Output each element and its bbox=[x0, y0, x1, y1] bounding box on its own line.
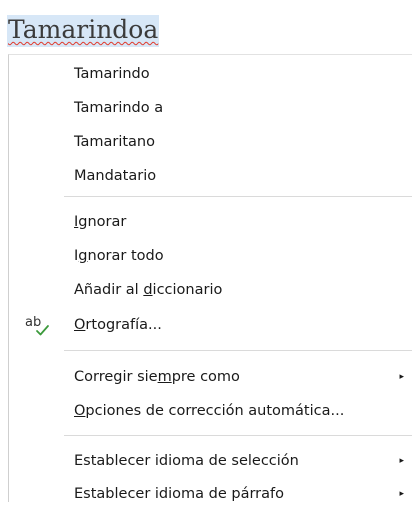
spellcheck-icon: ab bbox=[25, 315, 49, 336]
ignore-label: Ignorar bbox=[74, 214, 127, 230]
spelling-label: Ortografía... bbox=[74, 317, 162, 333]
always-correct-item[interactable]: Corregir siempre como ▸ bbox=[9, 360, 412, 394]
mnemonic-key: d bbox=[143, 282, 153, 298]
suggestion-tamaritano[interactable]: Tamaritano bbox=[9, 125, 412, 159]
suggestion-label: Tamaritano bbox=[74, 134, 155, 150]
suggestion-label: Tamarindo a bbox=[74, 100, 164, 116]
misspelled-word[interactable]: Tamarindoa bbox=[7, 15, 160, 47]
suggestion-tamarindo-a[interactable]: Tamarindo a bbox=[9, 91, 412, 125]
menu-separator bbox=[64, 435, 412, 436]
submenu-arrow-icon: ▸ bbox=[399, 456, 404, 466]
mnemonic-key: O bbox=[74, 317, 86, 333]
autocorrect-options-label: Opciones de corrección automática... bbox=[74, 403, 345, 419]
selection-language-label: Establecer idioma de selección bbox=[74, 453, 299, 469]
ignore-all-item[interactable]: Ignorar todo bbox=[9, 239, 412, 273]
submenu-arrow-icon: ▸ bbox=[399, 489, 404, 499]
always-correct-label: Corregir siempre como bbox=[74, 369, 240, 385]
mnemonic-key: m bbox=[157, 369, 172, 385]
mnemonic-key: O bbox=[74, 403, 86, 419]
suggestion-mandatario[interactable]: Mandatario bbox=[9, 159, 412, 193]
suggestion-tamarindo[interactable]: Tamarindo bbox=[9, 57, 412, 91]
spelling-context-menu: Tamarindo Tamarindo a Tamaritano Mandata… bbox=[8, 54, 412, 502]
ignore-item[interactable]: Ignorar bbox=[9, 205, 412, 239]
document-area[interactable]: Tamarindoa bbox=[0, 0, 413, 54]
ignore-all-label: Ignorar todo bbox=[74, 248, 164, 264]
add-to-dictionary-label: Añadir al diccionario bbox=[74, 282, 223, 298]
paragraph-language-label: Establecer idioma de párrafo bbox=[74, 486, 285, 502]
autocorrect-options-item[interactable]: Opciones de corrección automática... bbox=[9, 394, 412, 428]
selection-language-item[interactable]: Establecer idioma de selección ▸ bbox=[9, 444, 412, 478]
menu-separator bbox=[64, 350, 412, 351]
paragraph-language-item[interactable]: Establecer idioma de párrafo ▸ bbox=[9, 477, 412, 511]
menu-separator bbox=[64, 196, 412, 197]
add-to-dictionary-item[interactable]: Añadir al diccionario bbox=[9, 273, 412, 307]
svg-text:ab: ab bbox=[25, 315, 41, 330]
spelling-item[interactable]: ab Ortografía... bbox=[9, 308, 412, 342]
mnemonic-key: g bbox=[78, 248, 88, 264]
suggestion-label: Tamarindo bbox=[74, 66, 150, 82]
submenu-arrow-icon: ▸ bbox=[399, 372, 404, 382]
suggestion-label: Mandatario bbox=[74, 168, 157, 184]
